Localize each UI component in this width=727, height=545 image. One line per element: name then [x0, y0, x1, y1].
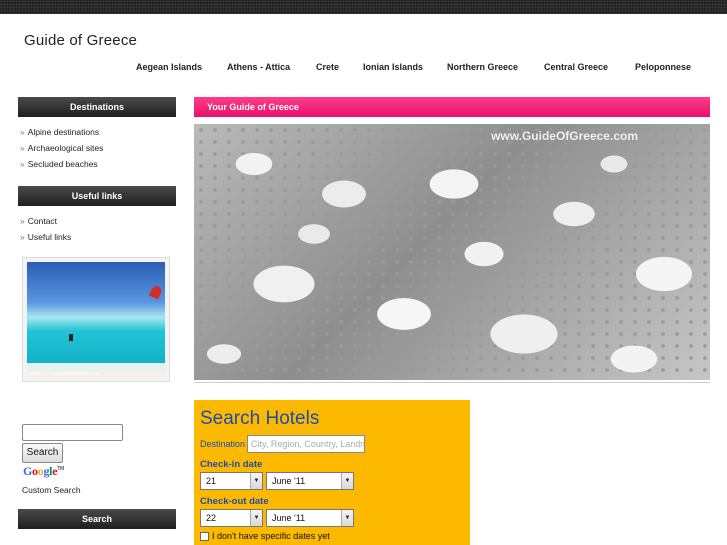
destinations-list: » Alpine destinations » Archaeological sit… [20, 124, 103, 172]
sidebar-item-label: Secluded beaches [27, 159, 98, 169]
nav-item-aegean-islands[interactable]: Aegean Islands [136, 62, 202, 72]
sidebar-item-useful-links[interactable]: » Useful links [20, 229, 71, 245]
main-header-bar: Your Guide of Greece [194, 97, 710, 117]
checkin-month-select[interactable]: June '11 ▼ [266, 472, 354, 490]
hotel-search-widget: Search Hotels Destination City, Region, … [194, 400, 470, 545]
search-button[interactable]: Search [22, 443, 63, 463]
chevron-down-icon: ▼ [341, 510, 353, 526]
destination-row: Destination City, Region, Country, Landm… [200, 435, 464, 453]
checkout-label: Check-out date [200, 496, 269, 507]
sidebar-item-alpine-destinations[interactable]: » Alpine destinations [20, 124, 103, 140]
google-letter: G [23, 464, 33, 478]
useful-links-header: Useful links [18, 186, 176, 206]
no-dates-checkbox[interactable] [200, 531, 209, 541]
kite-shape [148, 284, 164, 300]
google-logo: GoogleTM [23, 464, 64, 479]
chevron-down-icon: ▼ [250, 473, 262, 489]
custom-search-input[interactable] [22, 424, 123, 441]
checkout-day-select[interactable]: 22 ▼ [200, 509, 263, 527]
no-dates-row: I don't have specific dates yet [200, 531, 464, 541]
bullet-icon: » [20, 127, 25, 137]
sidebar-item-label: Useful links [27, 232, 72, 242]
divider [194, 382, 710, 383]
sidebar-item-label: Archaeological sites [27, 143, 104, 153]
hero-watermark: www.GuideOfGreece.com [491, 129, 638, 143]
trademark-mark: TM [57, 466, 64, 472]
destination-input[interactable]: City, Region, Country, Landmark [247, 435, 366, 453]
search-header: Search [18, 509, 176, 529]
bullet-icon: » [20, 216, 25, 226]
bullet-icon: » [20, 143, 25, 153]
nav-item-northern-greece[interactable]: Northern Greece [447, 62, 518, 72]
destinations-header: Destinations [18, 97, 176, 117]
no-dates-label: I don't have specific dates yet [212, 531, 330, 541]
kitesurf-banner-image[interactable]: MADE WITH MYBANNERMAKER.COM [22, 257, 170, 382]
rider-shape [69, 334, 73, 341]
destination-label: Destination [200, 439, 246, 449]
nav-item-ionian-islands[interactable]: Ionian Islands [363, 62, 423, 72]
sidebar-item-archaeological-sites[interactable]: » Archaeological sites [20, 140, 103, 156]
nav-item-peloponnese[interactable]: Peloponnese [635, 62, 691, 72]
checkout-row: 22 ▼ June '11 ▼ [200, 509, 464, 527]
hero-pebbles-image: www.GuideOfGreece.com [194, 124, 710, 380]
bullet-icon: » [20, 232, 25, 242]
chevron-down-icon: ▼ [250, 510, 262, 526]
beach-photo: MADE WITH MYBANNERMAKER.COM [27, 262, 165, 377]
checkin-label: Check-in date [200, 459, 263, 470]
chevron-down-icon: ▼ [341, 473, 353, 489]
checkin-month-value: June '11 [272, 476, 306, 486]
checkin-day-value: 21 [206, 476, 217, 486]
bullet-icon: » [20, 159, 25, 169]
photo-credit: MADE WITH MYBANNERMAKER.COM [29, 371, 101, 376]
sidebar-item-label: Contact [27, 216, 58, 226]
sidebar-item-label: Alpine destinations [27, 127, 100, 137]
checkin-row: 21 ▼ June '11 ▼ [200, 472, 464, 490]
top-pattern-bar [0, 0, 727, 14]
custom-search-label: Custom Search [22, 485, 81, 495]
nav-item-central-greece[interactable]: Central Greece [544, 62, 608, 72]
nav-item-crete[interactable]: Crete [316, 62, 339, 72]
useful-links-list: » Contact » Useful links [20, 213, 71, 245]
checkin-day-select[interactable]: 21 ▼ [200, 472, 263, 490]
checkout-month-value: June '11 [272, 513, 306, 523]
sidebar-item-secluded-beaches[interactable]: » Secluded beaches [20, 156, 103, 172]
sidebar-item-contact[interactable]: » Contact [20, 213, 71, 229]
hotel-search-title: Search Hotels [200, 408, 320, 429]
site-title[interactable]: Guide of Greece [24, 32, 137, 49]
checkout-day-value: 22 [206, 513, 217, 523]
checkout-month-select[interactable]: June '11 ▼ [266, 509, 354, 527]
nav-item-athens-attica[interactable]: Athens - Attica [227, 62, 290, 72]
